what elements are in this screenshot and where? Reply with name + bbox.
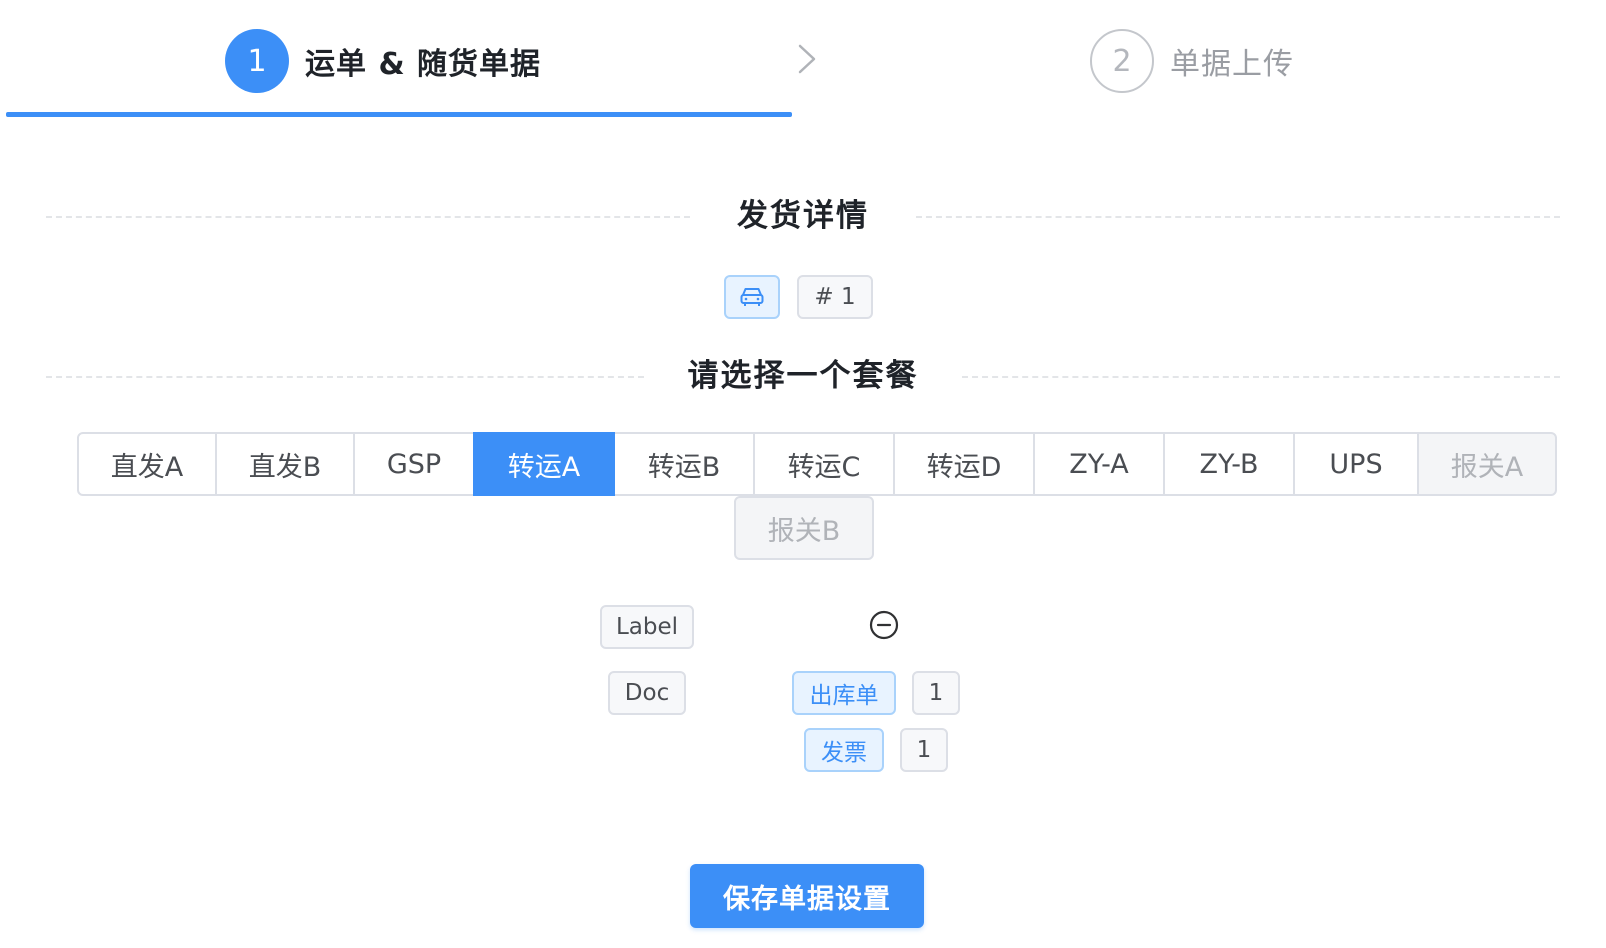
step-2-label: 单据上传 — [1170, 47, 1294, 82]
truck-icon — [740, 288, 764, 306]
details-title: 发货详情 — [737, 198, 869, 234]
package-option-12[interactable]: 报关B — [734, 496, 874, 560]
package-option-7[interactable]: 转运D — [893, 432, 1035, 496]
package-option-9[interactable]: ZY-B — [1163, 432, 1295, 496]
document-name-tag: 发票 — [804, 728, 884, 772]
package-divider: 请选择一个套餐 — [46, 356, 1560, 396]
document-name-tag: 出库单 — [792, 671, 896, 715]
doc-tag: Doc — [608, 671, 686, 715]
details-divider: 发货详情 — [46, 196, 1560, 236]
package-selector: 直发A 直发B GSP 转运A 转运B 转运C 转运D ZY-A ZY-B UP… — [77, 432, 1557, 496]
document-settings-page: 1 运单 & 随货单据 2 单据上传 发货详情 # 1 请选择一个套餐 直发A … — [0, 0, 1606, 948]
label-tag: Label — [600, 605, 694, 649]
package-option-1[interactable]: 直发A — [77, 432, 217, 496]
document-count-tag: 1 — [900, 728, 948, 772]
package-option-10[interactable]: UPS — [1293, 432, 1419, 496]
package-option-11[interactable]: 报关A — [1417, 432, 1557, 496]
document-count-tag: 1 — [912, 671, 960, 715]
step-1-number: 1 — [225, 29, 289, 93]
package-option-5[interactable]: 转运B — [613, 432, 755, 496]
package-option-3[interactable]: GSP — [353, 432, 475, 496]
step-2[interactable]: 2 单据上传 — [1090, 29, 1294, 93]
vehicle-tag — [724, 275, 780, 319]
package-title: 请选择一个套餐 — [687, 358, 919, 394]
package-option-6[interactable]: 转运C — [753, 432, 895, 496]
chevron-right-icon — [798, 44, 816, 74]
step-1[interactable]: 1 运单 & 随货单据 — [225, 29, 541, 93]
step-2-number: 2 — [1090, 29, 1154, 93]
remove-circle-icon[interactable] — [868, 609, 900, 641]
step-1-label: 运单 & 随货单据 — [305, 47, 542, 82]
package-option-4[interactable]: 转运A — [473, 432, 615, 496]
shipment-count-tag: # 1 — [797, 275, 873, 319]
save-settings-button[interactable]: 保存单据设置 — [690, 864, 924, 928]
active-step-indicator — [6, 112, 792, 117]
package-option-2[interactable]: 直发B — [215, 432, 355, 496]
steps-header: 1 运单 & 随货单据 2 单据上传 — [0, 0, 1606, 120]
package-option-8[interactable]: ZY-A — [1033, 432, 1165, 496]
